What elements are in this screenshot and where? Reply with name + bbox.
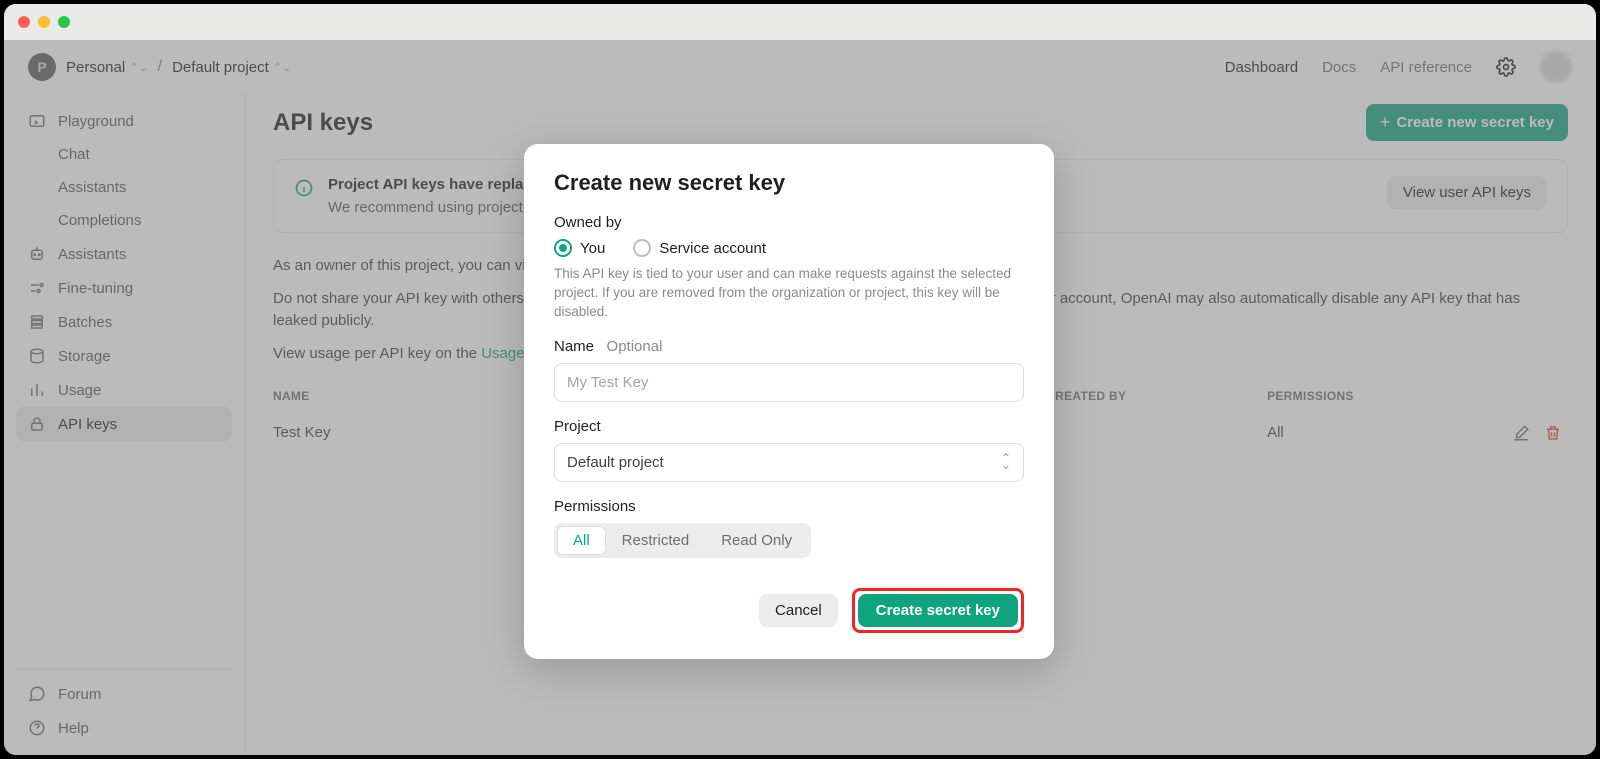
cancel-button[interactable]: Cancel	[759, 594, 838, 627]
owned-by-you-radio[interactable]: You	[554, 239, 605, 257]
create-secret-key-modal: Create new secret key Owned by You Servi…	[524, 144, 1054, 659]
radio-selected-icon	[554, 239, 572, 257]
owned-by-service-radio[interactable]: Service account	[633, 239, 766, 257]
project-label: Project	[554, 418, 1024, 435]
radio-label: You	[580, 240, 605, 257]
permissions-label: Permissions	[554, 498, 1024, 515]
owned-by-helper: This API key is tied to your user and ca…	[554, 265, 1024, 322]
project-select[interactable]: Default project ⌃⌄	[554, 443, 1024, 482]
radio-unselected-icon	[633, 239, 651, 257]
optional-label: Optional	[598, 338, 662, 355]
minimize-window-icon[interactable]	[38, 16, 50, 28]
select-value: Default project	[567, 454, 664, 471]
window-titlebar	[4, 4, 1596, 40]
perm-restricted[interactable]: Restricted	[606, 526, 706, 555]
updown-icon: ⌃⌄	[1001, 455, 1011, 469]
modal-title: Create new secret key	[554, 170, 1024, 196]
perm-all[interactable]: All	[557, 526, 606, 555]
owned-by-label: Owned by	[554, 214, 1024, 231]
create-secret-key-submit-button[interactable]: Create secret key	[858, 594, 1018, 627]
perm-readonly[interactable]: Read Only	[705, 526, 808, 555]
radio-label: Service account	[659, 240, 766, 257]
highlight-annotation: Create secret key	[852, 588, 1024, 633]
close-window-icon[interactable]	[18, 16, 30, 28]
key-name-input[interactable]	[554, 363, 1024, 402]
name-label: Name Optional	[554, 338, 1024, 355]
maximize-window-icon[interactable]	[58, 16, 70, 28]
permissions-segment: All Restricted Read Only	[554, 523, 811, 558]
button-label: Create secret key	[876, 602, 1000, 619]
